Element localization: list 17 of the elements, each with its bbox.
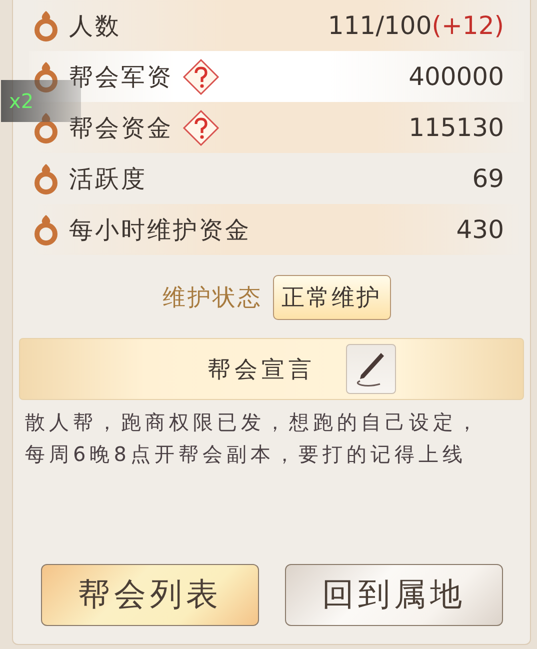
stat-label: 人数 (69, 10, 121, 42)
stat-value: 69 (472, 164, 504, 193)
status-value: 正常维护 (272, 275, 390, 320)
declaration-text: 散人帮，跑商权限已发，想跑的自己设定，每周6晚8点开帮会副本，要打的记得上线 (25, 409, 482, 468)
guild-list-button[interactable]: 帮会列表 (41, 564, 259, 626)
help-icon[interactable] (181, 56, 221, 96)
stat-label: 活跃度 (69, 164, 147, 194)
edit-button[interactable] (346, 344, 396, 394)
help-icon[interactable] (181, 108, 221, 148)
stat-label: 每小时维护资金 (69, 214, 251, 246)
declaration-title: 帮会宣言 (208, 356, 316, 384)
stat-value: 115130 (408, 113, 504, 142)
stat-value: 400000 (408, 62, 504, 91)
return-button[interactable]: 回到属地 (285, 564, 503, 626)
status-label: 维护状态 (162, 284, 262, 313)
stat-value: 111/100(+12) (328, 11, 504, 40)
stat-value: 430 (456, 215, 504, 244)
